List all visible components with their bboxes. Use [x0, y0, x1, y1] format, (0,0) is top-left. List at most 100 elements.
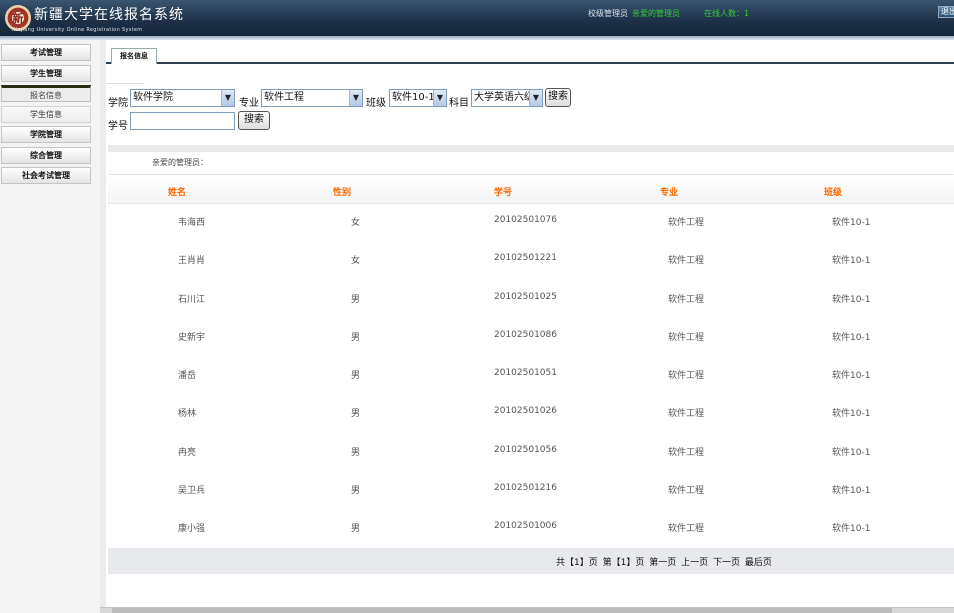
class-select[interactable]: 软件10-1 ▼	[389, 89, 447, 107]
cell-name: 史新宇	[178, 332, 206, 343]
cell-student-id: 20102501056	[494, 444, 557, 455]
scrollbar-thumb[interactable]	[112, 608, 892, 613]
table-row[interactable]: 冉亮 男 20102501056 软件工程 软件10-1	[108, 434, 954, 472]
cell-student-id: 20102501221	[494, 253, 557, 264]
prev-page-link[interactable]: 上一页	[681, 558, 708, 568]
logo-glyph: 新	[12, 12, 24, 25]
sidebar-item-exam-management[interactable]: 考试管理	[1, 44, 91, 61]
sidebar-item-student-management[interactable]: 学生管理	[1, 64, 91, 82]
major-label: 专业	[239, 98, 259, 109]
table-row[interactable]: 吴卫兵 男 20102501216 软件工程 软件10-1	[108, 472, 954, 510]
college-label: 学院	[108, 98, 128, 109]
cell-class: 软件10-1	[832, 256, 871, 267]
table-body: 韦海西女 20102501076 软件工程 软件10-1 王肖肖女 20102501221…	[108, 204, 954, 549]
cell-gender: 男	[351, 486, 361, 497]
user-name: 亲爱的管理员	[632, 9, 680, 18]
cell-gender: 男	[351, 332, 361, 343]
sidebar-item-general-management[interactable]: 综合管理	[1, 146, 91, 164]
tab-bar: 报名信息	[106, 44, 954, 64]
major-select[interactable]: 软件工程 ▼	[261, 89, 363, 107]
current-user: 校级管理员 亲爱的管理员	[588, 8, 680, 19]
table-row[interactable]: 杨林 男 20102501026 软件工程 软件10-1	[108, 395, 954, 433]
app-title: 新疆大学在线报名系统	[34, 7, 184, 23]
horizontal-scrollbar[interactable]	[100, 607, 954, 613]
cell-gender: 女	[351, 256, 361, 267]
tab-underline	[106, 66, 144, 84]
cell-student-id: 20102501076	[494, 215, 557, 225]
student-id-input[interactable]	[130, 112, 235, 130]
cell-major: 软件工程	[668, 447, 705, 458]
cell-student-id: 20102501086	[494, 329, 557, 340]
table-row[interactable]: 康小强 男 20102501006 软件工程 软件10-1	[108, 510, 954, 548]
next-page-link[interactable]: 下一页	[713, 558, 740, 568]
cell-major: 软件工程	[668, 371, 705, 382]
cell-student-id: 20102501216	[494, 483, 557, 494]
last-page-link[interactable]: 最后页	[745, 558, 772, 568]
total-pages: 共【1】页	[556, 558, 598, 568]
cell-name: 冉亮	[178, 447, 197, 458]
column-header-class[interactable]: 班级	[824, 185, 842, 198]
cell-class: 软件10-1	[832, 486, 871, 497]
app-subtitle: Xinjiang University Online Registration …	[12, 27, 143, 33]
chevron-down-icon: ▼	[349, 90, 362, 106]
cell-name: 潘岳	[178, 371, 197, 382]
exit-button[interactable]: 退出	[938, 6, 954, 18]
subject-select[interactable]: 大学英语六级 ▼	[471, 89, 543, 107]
student-id-search-button[interactable]: 搜索	[238, 111, 270, 130]
chevron-down-icon: ▼	[433, 90, 446, 106]
college-select-value: 软件学院	[133, 92, 173, 103]
cell-major: 软件工程	[668, 332, 705, 343]
chevron-down-icon: ▼	[529, 90, 542, 106]
registration-table: 姓名 性别 学号 专业 班级 韦海西女 20102501076 软件工程 软件10-1…	[108, 174, 954, 549]
current-page: 第【1】页	[602, 558, 645, 568]
tab-registration-info[interactable]: 报名信息	[111, 48, 157, 64]
student-id-label: 学号	[108, 121, 128, 132]
cell-gender: 男	[351, 409, 361, 420]
cell-major: 软件工程	[668, 256, 705, 267]
table-row[interactable]: 石川江 男 20102501025 软件工程 软件10-1	[108, 281, 954, 319]
cell-gender: 女	[351, 218, 361, 228]
app-header: 新 新疆大学在线报名系统 Xinjiang University Online …	[0, 0, 954, 36]
column-header-gender[interactable]: 性别	[333, 185, 351, 198]
sidebar-item-registration-info[interactable]: 报名信息	[1, 85, 91, 102]
cell-gender: 男	[351, 294, 361, 305]
cell-class: 软件10-1	[832, 371, 871, 382]
pagination-bar: 共【1】页 第【1】页 第一页 上一页 下一页 最后页	[108, 548, 954, 574]
sidebar-item-student-info[interactable]: 学生信息	[1, 105, 91, 123]
cell-major: 软件工程	[668, 409, 705, 420]
table-row[interactable]: 潘岳 男 20102501051 软件工程 软件10-1	[108, 357, 954, 395]
cell-student-id: 20102501051	[494, 368, 557, 379]
cell-name: 韦海西	[178, 218, 206, 228]
cell-major: 软件工程	[668, 524, 705, 535]
cell-student-id: 20102501025	[494, 291, 557, 302]
table-row[interactable]: 史新宇 男 20102501086 软件工程 软件10-1	[108, 319, 954, 357]
sidebar-item-college-management[interactable]: 学院管理	[1, 126, 91, 143]
first-page-link[interactable]: 第一页	[649, 558, 676, 568]
pagination: 共【1】页 第【1】页 第一页 上一页 下一页 最后页	[556, 555, 774, 568]
search-button[interactable]: 搜索	[545, 88, 571, 107]
user-role-label: 校级管理员	[588, 9, 628, 18]
cell-class: 软件10-1	[832, 447, 871, 458]
column-header-student-id[interactable]: 学号	[494, 185, 512, 198]
cell-name: 吴卫兵	[178, 486, 206, 497]
sidebar-item-public-exam-management[interactable]: 社会考试管理	[1, 167, 91, 184]
cell-class: 软件10-1	[832, 524, 871, 535]
cell-gender: 男	[351, 447, 361, 458]
online-count: 在线人数：1	[704, 9, 750, 18]
table-row[interactable]: 王肖肖 女 20102501221 软件工程 软件10-1	[108, 242, 954, 280]
cell-major: 软件工程	[668, 218, 705, 228]
chevron-down-icon: ▼	[221, 90, 234, 106]
subject-label: 科目	[449, 98, 469, 109]
subject-select-value: 大学英语六级	[474, 92, 534, 103]
column-header-name[interactable]: 姓名	[168, 185, 186, 198]
college-select[interactable]: 软件学院 ▼	[130, 89, 235, 107]
cell-class: 软件10-1	[832, 409, 871, 420]
column-header-major[interactable]: 专业	[660, 185, 678, 198]
cell-gender: 男	[351, 371, 361, 382]
table-header: 姓名 性别 学号 专业 班级	[108, 174, 954, 204]
cell-gender: 男	[351, 524, 361, 535]
cell-name: 杨林	[178, 409, 197, 420]
table-row[interactable]: 韦海西 女 20102501076 软件工程 软件10-1	[108, 204, 954, 242]
cell-name: 康小强	[178, 524, 206, 535]
major-select-value: 软件工程	[264, 92, 304, 103]
